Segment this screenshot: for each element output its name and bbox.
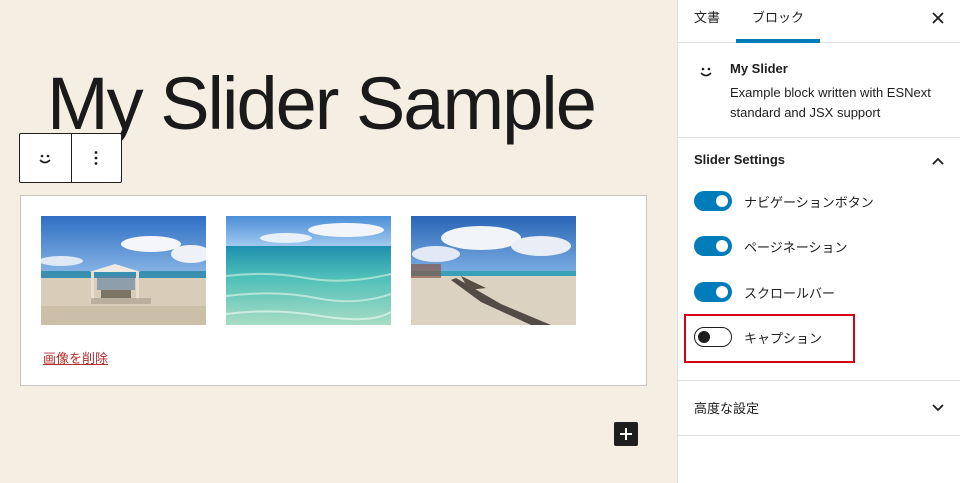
- toggle-navigation-buttons[interactable]: ナビゲーションボタン: [694, 186, 874, 216]
- panel-title: Slider Settings: [694, 152, 786, 167]
- close-icon[interactable]: [930, 10, 946, 26]
- block-toolbar: [19, 133, 122, 183]
- toggle-scrollbar[interactable]: スクロールバー: [694, 277, 835, 307]
- slide-image[interactable]: [226, 216, 391, 325]
- panel-title: 高度な設定: [694, 401, 760, 416]
- toggle-label: ページネーション: [744, 239, 848, 255]
- smiley-icon: [700, 67, 712, 77]
- divider: [678, 435, 960, 436]
- toggle-pagination[interactable]: ページネーション: [694, 231, 847, 261]
- slide-image[interactable]: [41, 216, 206, 325]
- remove-images-link[interactable]: 画像を削除: [43, 348, 108, 367]
- slide-list: [41, 216, 576, 325]
- editor-canvas: My Slider Sample 画像を削除: [0, 0, 677, 483]
- chevron-down-icon: [932, 404, 944, 412]
- slider-settings-panel-toggle[interactable]: Slider Settings: [678, 138, 960, 186]
- vertical-ellipsis-icon: [94, 151, 98, 165]
- settings-sidebar: 文書 ブロック My Slider Example block written …: [677, 0, 960, 483]
- smiley-icon: [39, 154, 51, 164]
- block-card: My Slider Example block written with ESN…: [678, 43, 960, 138]
- divider: [678, 380, 960, 381]
- sidebar-tabs: 文書 ブロック: [678, 0, 960, 43]
- tab-block[interactable]: ブロック: [736, 0, 820, 43]
- block-name: My Slider: [730, 61, 788, 76]
- block-type-button[interactable]: [20, 134, 71, 182]
- toggle-switch[interactable]: [694, 236, 732, 256]
- slide-image[interactable]: [411, 216, 576, 325]
- chevron-up-icon: [932, 157, 944, 165]
- toggle-label: スクロールバー: [744, 285, 836, 301]
- tab-document[interactable]: 文書: [694, 0, 720, 43]
- advanced-panel-toggle[interactable]: 高度な設定: [678, 384, 960, 432]
- block-description: Example block written with ESNext standa…: [730, 85, 931, 120]
- plus-icon: [620, 428, 632, 440]
- highlight-box: [684, 314, 855, 363]
- slider-block[interactable]: 画像を削除: [20, 195, 647, 386]
- toggle-label: ナビゲーションボタン: [744, 194, 874, 210]
- toggle-switch[interactable]: [694, 191, 732, 211]
- more-options-button[interactable]: [70, 134, 122, 182]
- add-block-button[interactable]: [614, 422, 638, 446]
- page-title[interactable]: My Slider Sample: [47, 64, 597, 144]
- toggle-switch[interactable]: [694, 282, 732, 302]
